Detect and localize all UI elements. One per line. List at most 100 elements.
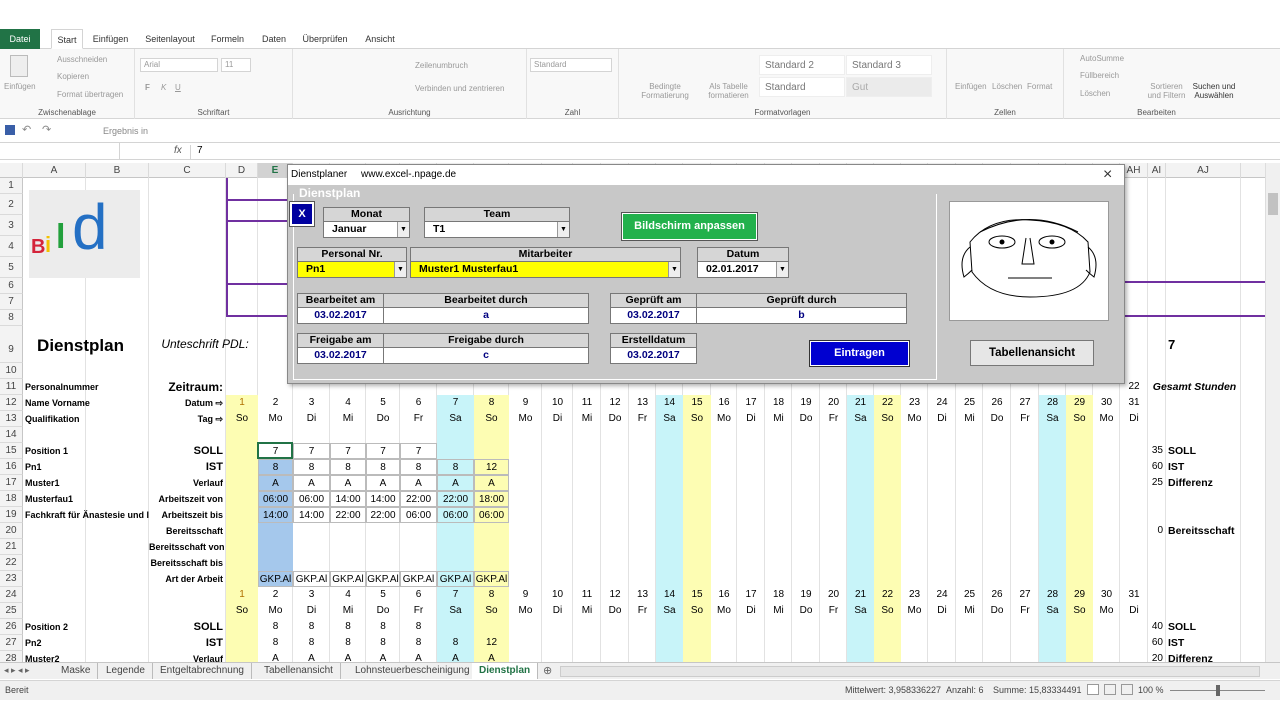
weekend-cell[interactable] [1039, 619, 1066, 635]
day-number-cell[interactable]: 3 [293, 587, 330, 603]
weekday-cell[interactable]: So [474, 411, 509, 427]
row-header[interactable]: 26 [0, 619, 23, 635]
weekday-cell[interactable]: Fr [400, 411, 437, 427]
format-cells-button[interactable]: Format [1027, 82, 1052, 91]
weekend-cell[interactable] [474, 443, 509, 459]
weekday-cell[interactable]: Fr [400, 603, 437, 619]
weekday-cell[interactable]: Fr [820, 411, 847, 427]
weekend-cell[interactable] [1066, 619, 1093, 635]
weekend-cell[interactable] [437, 443, 474, 459]
total-value[interactable]: 60 [1148, 459, 1166, 475]
day-number-cell[interactable]: 19 [792, 587, 820, 603]
weekend-cell[interactable] [1066, 443, 1093, 459]
weekend-cell[interactable] [1039, 443, 1066, 459]
verlauf-cell[interactable]: A [258, 475, 293, 491]
day-number-cell[interactable]: 17 [737, 587, 765, 603]
weekend-cell[interactable] [226, 571, 258, 587]
weekend-cell[interactable] [874, 651, 901, 662]
von-cell[interactable]: 14:00 [330, 491, 366, 507]
soll-cell[interactable]: 7 [293, 443, 330, 459]
delete-cells-button[interactable]: Löschen [992, 82, 1022, 91]
weekend-cell[interactable] [683, 635, 711, 651]
art-cell[interactable]: GKP.Al [258, 571, 293, 587]
weekend-cell[interactable] [847, 555, 874, 571]
zeitraum-label[interactable]: Zeitraum: [149, 379, 226, 395]
row-label[interactable]: Bereitsschaft [149, 523, 226, 539]
weekday-cell[interactable]: Fr [1011, 411, 1039, 427]
row-header[interactable]: 8 [0, 310, 23, 326]
dialog-close-button[interactable]: × [1103, 166, 1112, 184]
aj9-value[interactable]: 7 [1166, 326, 1241, 363]
row-header[interactable]: 2 [0, 194, 23, 215]
art-cell[interactable]: GKP.Al [366, 571, 400, 587]
day-number-cell[interactable]: 30 [1093, 587, 1120, 603]
weekend-cell[interactable] [847, 635, 874, 651]
personalnummer-label[interactable]: Personalnummer [23, 379, 149, 395]
weekend-cell[interactable] [474, 427, 509, 443]
underline-icon[interactable]: U [175, 83, 181, 92]
column-header[interactable]: AI [1148, 163, 1166, 178]
weekend-cell[interactable] [683, 491, 711, 507]
tab-lohnsteuerbescheinigung[interactable]: Lohnsteuerbescheinigung [348, 663, 478, 679]
page-break-icon[interactable] [1121, 684, 1133, 695]
day-number-cell[interactable]: 21 [847, 587, 874, 603]
personal-nr-combo[interactable]: Pn1 ▼ [297, 261, 407, 278]
total-label[interactable]: Differenz [1166, 651, 1241, 662]
soll-cell[interactable]: 7 [330, 443, 366, 459]
weekend-cell[interactable] [683, 651, 711, 662]
row-header[interactable]: 1 [0, 178, 23, 194]
weekend-cell[interactable] [226, 459, 258, 475]
verlauf-cell[interactable]: A [366, 651, 400, 662]
day-number-cell[interactable]: 10 [542, 587, 573, 603]
eintragen-button[interactable]: Eintragen [809, 340, 910, 367]
weekday-cell[interactable]: Mi [330, 411, 366, 427]
day-number-cell[interactable]: 6 [400, 395, 437, 411]
art-cell[interactable]: GKP.Al [474, 571, 509, 587]
weekend-cell[interactable] [847, 539, 874, 555]
weekend-cell[interactable] [874, 427, 901, 443]
weekend-cell[interactable] [656, 635, 683, 651]
weekend-cell[interactable] [474, 523, 509, 539]
day-number-cell[interactable]: 8 [474, 587, 509, 603]
weekend-cell[interactable] [1039, 491, 1066, 507]
name-box[interactable] [0, 143, 120, 159]
weekday-cell[interactable]: Do [983, 603, 1011, 619]
weekday-cell[interactable]: Di [928, 411, 956, 427]
selected-cell[interactable] [258, 555, 293, 571]
column-header[interactable]: A [23, 163, 86, 178]
row-header[interactable]: 28 [0, 651, 23, 662]
day-number-cell[interactable]: 4 [330, 395, 366, 411]
chevron-down-icon[interactable]: ▼ [776, 262, 788, 277]
weekend-cell[interactable] [437, 523, 474, 539]
conditional-formatting-button[interactable]: Bedingte Formatierung [639, 82, 691, 100]
row-header[interactable]: 15 [0, 443, 23, 459]
weekday-cell[interactable]: Mo [901, 603, 928, 619]
row-label[interactable]: Verlauf [149, 651, 226, 662]
day-number-cell[interactable]: 20 [820, 587, 847, 603]
soll-cell[interactable]: 8 [293, 619, 330, 635]
row-label[interactable]: Position 1 [23, 443, 149, 459]
total-value[interactable]: 25 [1148, 475, 1166, 491]
weekday-cell[interactable]: Mi [765, 411, 792, 427]
day-number-cell[interactable]: 18 [765, 395, 792, 411]
verlauf-cell[interactable]: A [366, 475, 400, 491]
paste-button[interactable]: Einfügen [4, 82, 36, 91]
weekend-cell[interactable] [1066, 571, 1093, 587]
weekend-cell[interactable] [874, 523, 901, 539]
tab-start[interactable]: Start [51, 29, 83, 49]
day-number-cell[interactable]: 28 [1039, 395, 1066, 411]
ist-cell[interactable]: 8 [330, 635, 366, 651]
weekend-cell[interactable] [474, 539, 509, 555]
verlauf-cell[interactable]: A [258, 651, 293, 662]
weekend-cell[interactable] [683, 459, 711, 475]
fill-button[interactable]: Füllbereich [1080, 71, 1119, 80]
day-number-cell[interactable]: 16 [711, 587, 737, 603]
day-number-cell[interactable]: 3 [293, 395, 330, 411]
row-label[interactable]: Muster2 [23, 651, 149, 662]
weekend-cell[interactable] [437, 619, 474, 635]
weekend-cell[interactable] [1039, 523, 1066, 539]
datum-arrow-label[interactable]: Datum ⇨ [149, 395, 226, 411]
row-header[interactable]: 25 [0, 603, 23, 619]
weekend-cell[interactable] [226, 635, 258, 651]
day-number-cell[interactable]: 13 [629, 395, 656, 411]
